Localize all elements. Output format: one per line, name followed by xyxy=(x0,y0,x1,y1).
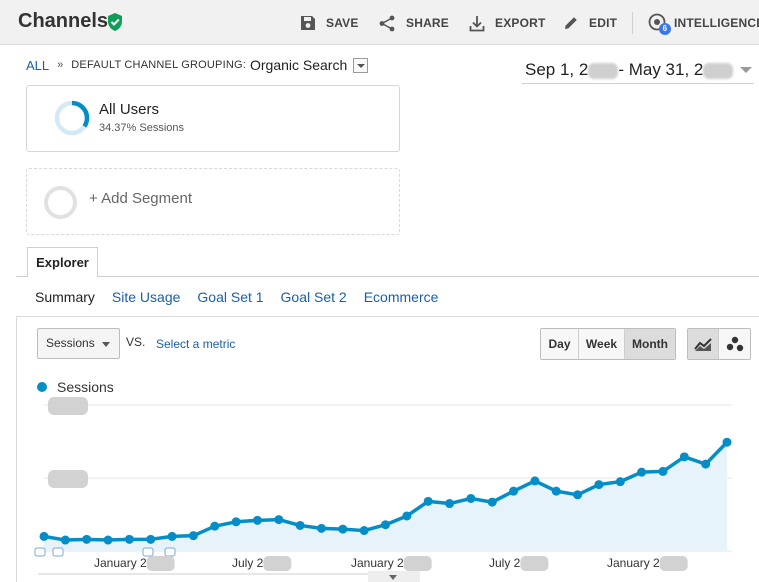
data-point xyxy=(167,531,177,541)
data-point xyxy=(359,526,369,536)
data-point xyxy=(60,535,70,545)
data-point xyxy=(466,493,476,503)
data-point xyxy=(103,535,113,545)
redacted-y-tick xyxy=(48,397,88,415)
data-point xyxy=(295,520,305,530)
data-point xyxy=(124,534,134,544)
x-tick-label: July 2 xyxy=(489,556,521,570)
data-point xyxy=(316,523,326,533)
data-point xyxy=(615,477,625,487)
data-point xyxy=(637,467,647,477)
data-point xyxy=(445,499,455,509)
x-tick-label: July 2 xyxy=(232,556,264,570)
redacted-year xyxy=(263,556,292,571)
data-point xyxy=(509,486,519,496)
data-point xyxy=(530,476,540,486)
redacted-year xyxy=(659,556,688,571)
annotation-marker-icon xyxy=(142,547,154,557)
data-point xyxy=(39,531,49,541)
redacted-year xyxy=(520,556,549,571)
redacted-year xyxy=(403,556,432,571)
data-point xyxy=(722,437,732,447)
annotation-marker-icon xyxy=(34,547,46,557)
series-area-sessions xyxy=(44,442,727,551)
data-point xyxy=(381,520,390,530)
data-point xyxy=(487,497,497,507)
data-point xyxy=(210,521,220,531)
data-point xyxy=(82,534,92,544)
redacted-year xyxy=(146,556,175,571)
x-tick-label: January 2 xyxy=(94,556,147,570)
x-tick-label: January 2 xyxy=(351,556,404,570)
annotation-marker-icon xyxy=(52,547,64,557)
data-point xyxy=(423,496,433,506)
x-tick-label: January 2 xyxy=(607,556,660,570)
data-point xyxy=(658,466,668,476)
data-point xyxy=(551,486,561,496)
data-point xyxy=(679,452,689,462)
redacted-y-tick xyxy=(48,470,88,488)
data-point xyxy=(338,524,348,534)
data-point xyxy=(252,515,262,525)
data-point xyxy=(701,459,711,469)
data-point xyxy=(231,517,241,527)
data-point xyxy=(573,490,583,500)
annotation-marker-icon xyxy=(164,547,176,557)
sessions-chart: January 2 July 2 January 2 July 2 January 2 xyxy=(34,397,732,582)
data-point xyxy=(402,511,412,521)
data-point xyxy=(188,531,198,541)
data-point xyxy=(274,515,284,525)
data-point xyxy=(146,534,156,544)
data-point xyxy=(594,480,604,490)
